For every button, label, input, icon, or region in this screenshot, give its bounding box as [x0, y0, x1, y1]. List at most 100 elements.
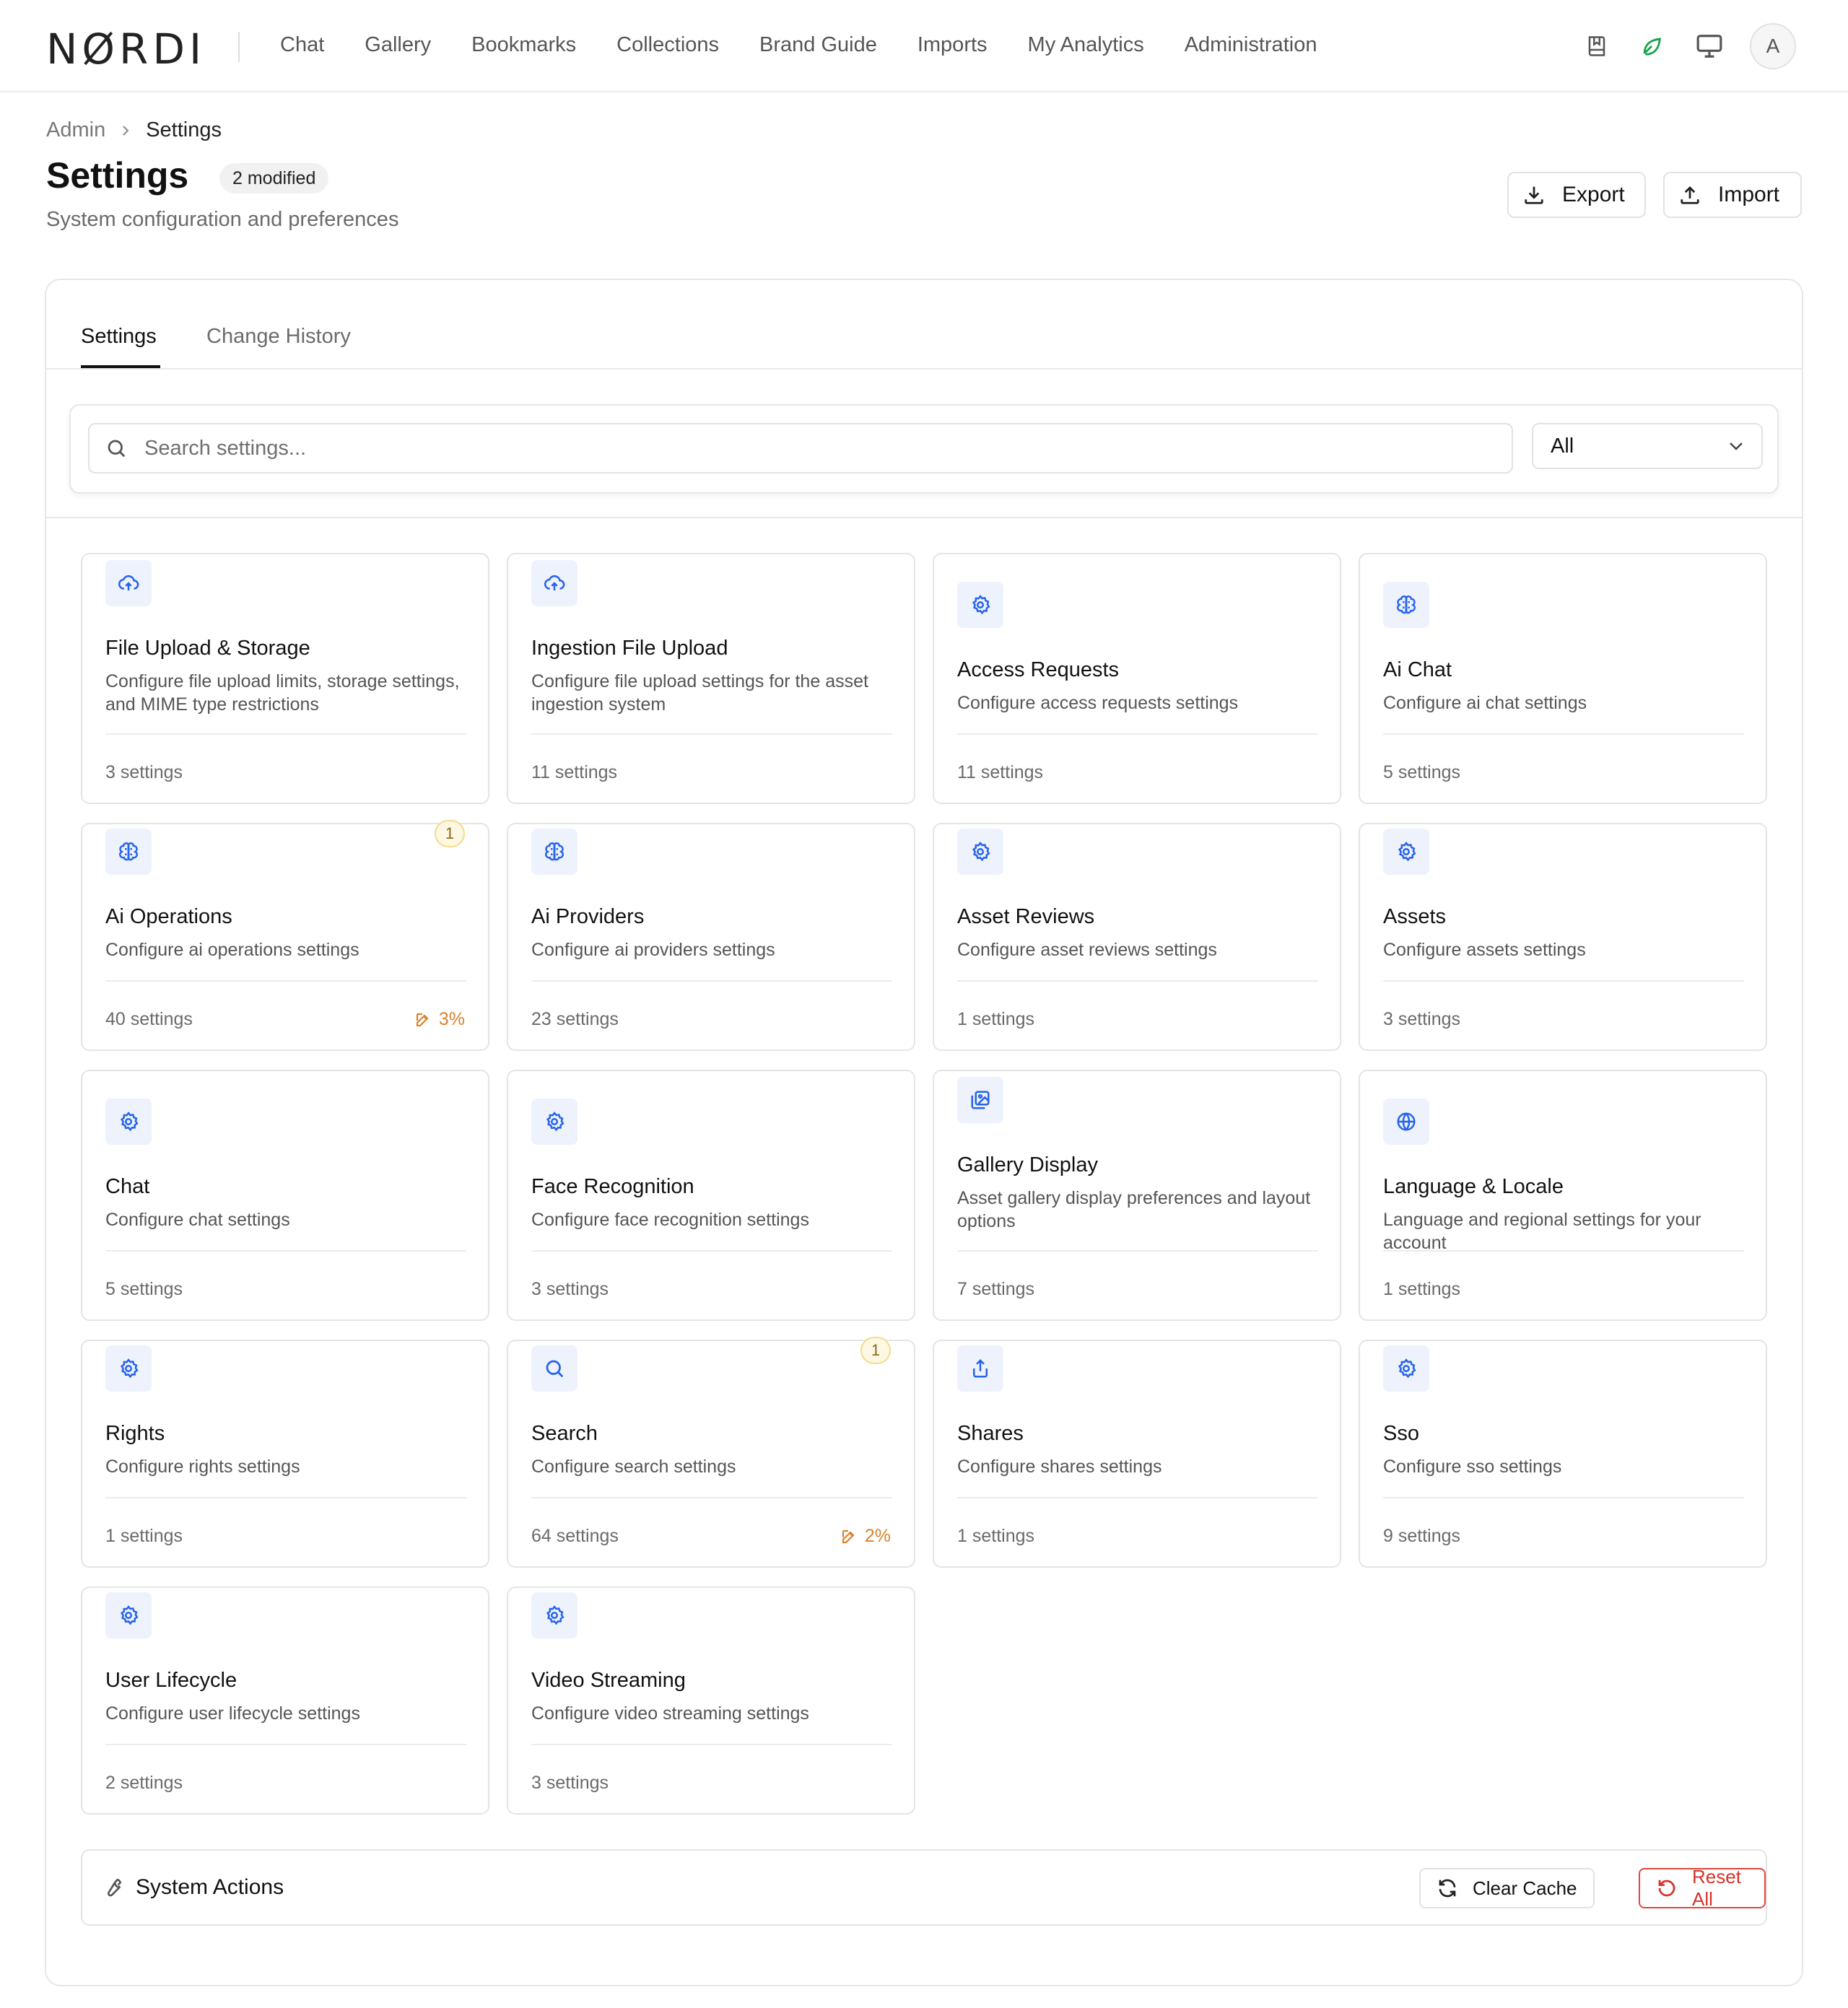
cloud-upload-icon	[105, 560, 152, 606]
card-description: Configure search settings	[531, 1457, 736, 1477]
user-avatar[interactable]: A	[1750, 23, 1796, 69]
active-tab-indicator	[81, 365, 160, 368]
panel-divider	[46, 517, 1802, 518]
card-description: Configure file upload settings for the a…	[531, 671, 868, 715]
nav-item-brand-guide[interactable]: Brand Guide	[759, 33, 877, 57]
nav-item-chat[interactable]: Chat	[280, 33, 324, 57]
settings-card[interactable]: Assets Configure assets settings 3 setting…	[1359, 823, 1767, 1051]
card-description: Configure video streaming settings	[531, 1703, 809, 1724]
category-select[interactable]: All	[1532, 423, 1763, 469]
card-divider	[105, 1250, 466, 1252]
book-icon[interactable]	[1582, 32, 1611, 61]
card-divider	[531, 1250, 892, 1252]
clear-cache-button[interactable]: Clear Cache	[1419, 1868, 1595, 1908]
gear-icon	[105, 1592, 152, 1638]
settings-card[interactable]: Rights Configure rights settings 1 setting…	[81, 1340, 489, 1568]
card-settings-count: 23 settings	[531, 1009, 619, 1029]
settings-card[interactable]: Video Streaming Configure video streaming…	[507, 1586, 915, 1815]
card-description: Configure user lifecycle settings	[105, 1703, 360, 1724]
reset-all-button[interactable]: Reset All	[1639, 1866, 1766, 1910]
card-title: Rights	[105, 1422, 165, 1445]
upload-icon	[1679, 184, 1701, 206]
card-settings-count: 3 settings	[105, 762, 183, 782]
breadcrumb: Admin Settings	[46, 118, 222, 142]
brain-icon	[531, 829, 578, 875]
export-button[interactable]: Export	[1507, 172, 1646, 218]
search-field[interactable]	[88, 423, 1513, 473]
page-subtitle: System configuration and preferences	[46, 208, 399, 231]
monitor-icon[interactable]	[1695, 32, 1724, 61]
search-icon	[105, 437, 127, 459]
card-divider	[105, 733, 466, 735]
nav-item-collections[interactable]: Collections	[616, 33, 719, 57]
download-icon	[1523, 184, 1545, 206]
card-divider	[1383, 1250, 1744, 1252]
tab-change-history[interactable]: Change History	[206, 325, 351, 349]
settings-card[interactable]: Ingestion File Upload Configure file uplo…	[507, 553, 915, 804]
card-settings-count: 5 settings	[105, 1279, 183, 1299]
import-button[interactable]: Import	[1663, 172, 1802, 218]
settings-card[interactable]: Face Recognition Configure face recogniti…	[507, 1070, 915, 1321]
nav-item-my-analytics[interactable]: My Analytics	[1028, 33, 1144, 57]
top-navigation-bar: NØRDI Chat Gallery Bookmarks Collections…	[0, 0, 1848, 92]
card-title: Chat	[105, 1175, 150, 1198]
settings-card[interactable]: Search Configure search settings 64 settin…	[507, 1337, 915, 1568]
card-settings-count: 9 settings	[1383, 1526, 1461, 1546]
card-divider	[105, 1497, 466, 1498]
system-actions-heading: System Actions	[101, 1875, 284, 1900]
nav-item-gallery[interactable]: Gallery	[365, 33, 431, 57]
modified-percentage-value: 3%	[438, 1009, 465, 1029]
edit-icon	[840, 1528, 858, 1545]
card-settings-count: 7 settings	[957, 1279, 1035, 1299]
card-settings-count: 2 settings	[105, 1773, 183, 1793]
gear-icon	[105, 1345, 152, 1392]
card-description: Configure ai operations settings	[105, 940, 359, 960]
card-title: Shares	[957, 1422, 1024, 1445]
search-icon	[531, 1345, 578, 1392]
settings-card[interactable]: User Lifecycle Configure user lifecycle s…	[81, 1586, 489, 1815]
settings-card[interactable]: Asset Reviews Configure asset reviews set…	[933, 823, 1341, 1051]
card-settings-count: 3 settings	[1383, 1009, 1461, 1029]
settings-card[interactable]: Ai Operations Configure ai operations set…	[81, 820, 489, 1051]
nav-item-bookmarks[interactable]: Bookmarks	[471, 33, 576, 57]
card-divider	[1383, 1497, 1744, 1498]
undo-icon	[1656, 1877, 1678, 1899]
share-icon	[957, 1345, 1003, 1392]
settings-card[interactable]: Sso Configure sso settings 9 settings	[1359, 1340, 1767, 1568]
card-title: User Lifecycle	[105, 1669, 237, 1692]
nav-item-administration[interactable]: Administration	[1185, 33, 1317, 57]
card-description: Configure sso settings	[1383, 1457, 1562, 1477]
nav-item-imports[interactable]: Imports	[918, 33, 988, 57]
settings-card[interactable]: Chat Configure chat settings 5 settings	[81, 1070, 489, 1321]
tab-settings[interactable]: Settings	[81, 325, 157, 349]
settings-card[interactable]: File Upload & Storage Configure file uplo…	[81, 553, 489, 804]
card-title: Gallery Display	[957, 1153, 1098, 1177]
settings-card[interactable]: Shares Configure shares settings 1 setting…	[933, 1340, 1341, 1568]
settings-card[interactable]: Access Requests Configure access requests…	[933, 553, 1341, 804]
settings-card[interactable]: Language & Locale Language and regional s…	[1359, 1070, 1767, 1321]
settings-card[interactable]: Ai Providers Configure ai providers setti…	[507, 823, 915, 1051]
breadcrumb-admin-link[interactable]: Admin	[46, 118, 105, 142]
system-actions-bar: System Actions Clear Cache Reset All	[81, 1849, 1767, 1926]
card-divider	[957, 733, 1318, 735]
brand-logo[interactable]: NØRDI	[46, 25, 206, 74]
modified-percentage-value: 2%	[864, 1526, 891, 1546]
search-input[interactable]	[144, 436, 1480, 460]
card-title: Assets	[1383, 905, 1447, 928]
settings-card[interactable]: Gallery Display Asset gallery display pre…	[933, 1070, 1341, 1321]
card-title: Ai Chat	[1383, 658, 1452, 681]
card-description: Language and regional settings for your …	[1383, 1210, 1701, 1253]
brain-icon	[1383, 582, 1429, 628]
card-divider	[531, 1744, 892, 1745]
card-title: Ingestion File Upload	[531, 637, 728, 660]
globe-icon	[1383, 1099, 1429, 1145]
card-title: Ai Providers	[531, 905, 645, 928]
card-divider	[957, 980, 1318, 982]
card-description: Asset gallery display preferences and la…	[957, 1188, 1311, 1231]
card-description: Configure ai chat settings	[1383, 693, 1587, 713]
leaf-icon[interactable]	[1637, 32, 1666, 61]
images-icon	[957, 1077, 1003, 1123]
modified-count-badge: 2 modified	[219, 163, 329, 193]
settings-card[interactable]: Ai Chat Configure ai chat settings 5 setti…	[1359, 553, 1767, 804]
card-divider	[1383, 733, 1744, 735]
